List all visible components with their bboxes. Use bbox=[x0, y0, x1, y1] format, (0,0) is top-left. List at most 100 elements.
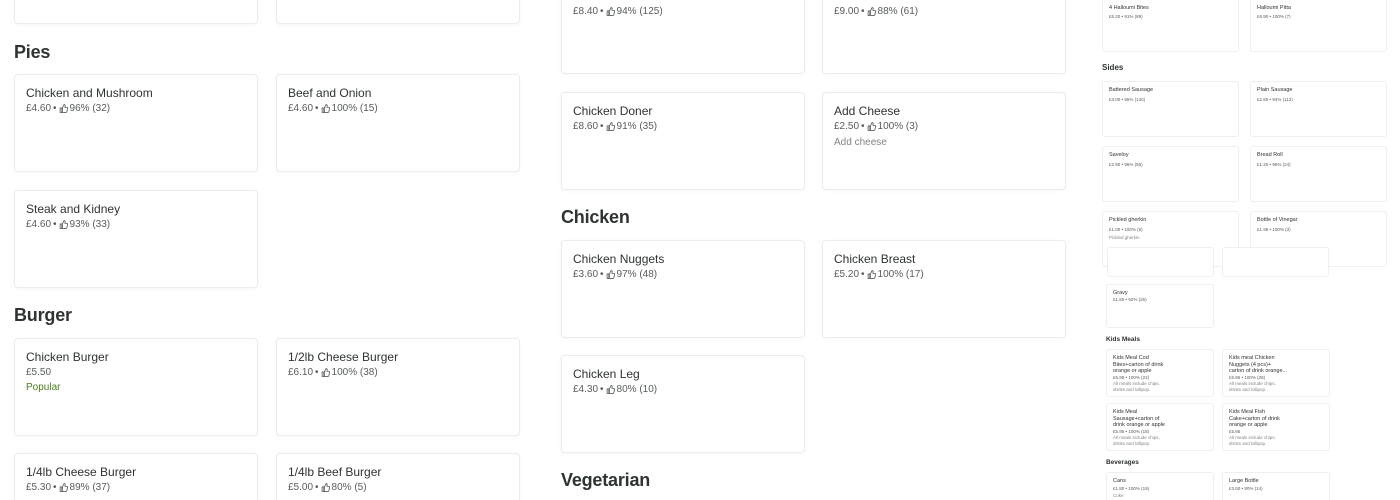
section-title-kids-meals: Kids Meals bbox=[1106, 336, 1140, 343]
item-name: Steak and Kidney bbox=[26, 202, 121, 216]
mini-item-saveloy[interactable]: Saveloy £2.90 • 96% (56) bbox=[1102, 146, 1239, 202]
mini-item-battered-sausage[interactable]: Battered Sausage £3.00 • 95% (140) bbox=[1102, 81, 1239, 137]
mini-item-halloumi-pitta[interactable]: Halloumi Pitta £6.90 • 100% (7) bbox=[1250, 0, 1387, 52]
item-meta: £3.60 • 80% (14) bbox=[1229, 486, 1263, 491]
thumbs-up-icon bbox=[59, 483, 68, 492]
section-title-chicken: Chicken bbox=[561, 207, 630, 227]
item-meta: £4.60 • 100% (15) bbox=[288, 103, 378, 114]
item-name: Add Cheese bbox=[834, 104, 901, 118]
menu-item-add-cheese[interactable]: Add Cheese £2.50 • 100% (3) Add cheese bbox=[822, 92, 1066, 190]
item-price: £8.40 bbox=[573, 6, 599, 17]
item-meta: £5.95 bbox=[1229, 429, 1241, 434]
item-name: 4 Halloumi Bites bbox=[1109, 5, 1149, 11]
menu-item-card[interactable] bbox=[276, 0, 520, 24]
item-meta: £5.00 • 80% (5) bbox=[288, 482, 367, 493]
item-meta: £1.80 • 92% (26) bbox=[1113, 297, 1147, 302]
item-meta: £2.90 • 96% (56) bbox=[1109, 162, 1143, 167]
item-price: £5.30 bbox=[26, 482, 52, 493]
section-title-sides: Sides bbox=[1102, 63, 1124, 72]
item-meta: £5.95 • 100% (22) bbox=[1113, 375, 1150, 380]
menu-item-chicken-doner[interactable]: Chicken Doner £8.60 • 91% (35) bbox=[561, 92, 805, 190]
mini-item-card[interactable] bbox=[1222, 247, 1329, 277]
item-meta: £1.95 • 100% (3) bbox=[1257, 227, 1291, 232]
item-name: Chicken Doner bbox=[573, 104, 653, 118]
item-name: Bread Roll bbox=[1257, 152, 1283, 158]
menu-item-quarter-lb-beef-burger[interactable]: 1/4lb Beef Burger £5.00 • 80% (5) bbox=[276, 453, 520, 500]
item-meta: £3.00 • 95% (140) bbox=[1109, 97, 1146, 102]
section-title-beverages: Beverages bbox=[1106, 459, 1139, 466]
menu-item-card[interactable]: £9.00 • 88% (61) bbox=[822, 0, 1066, 74]
item-meta: £9.00 • 88% (61) bbox=[834, 6, 919, 17]
thumbs-up-icon bbox=[867, 122, 876, 131]
menu-item-card[interactable] bbox=[14, 0, 258, 24]
item-name: Bottle of Vinegar bbox=[1257, 217, 1298, 223]
menu-item-chicken-and-mushroom[interactable]: Chicken and Mushroom £4.60 • 96% (32) bbox=[14, 74, 258, 172]
item-rating: 100% (17) bbox=[877, 269, 924, 280]
thumbs-up-icon bbox=[606, 385, 615, 394]
item-description: All meals include chips, drinks and loll… bbox=[1229, 381, 1276, 392]
item-name: Saveloy bbox=[1109, 152, 1129, 158]
item-meta: £8.40 • 94% (125) bbox=[573, 6, 663, 17]
thumbs-up-icon bbox=[321, 104, 330, 113]
mini-item-card[interactable] bbox=[1107, 247, 1214, 277]
item-name: Kids Meal Sausage+carton of drink orange… bbox=[1113, 409, 1165, 428]
item-description: Coke bbox=[1113, 493, 1124, 498]
mini-item-halloumi-bites[interactable]: 4 Halloumi Bites £5.20 • 91% (89) bbox=[1102, 0, 1239, 52]
item-rating: 94% (125) bbox=[616, 6, 663, 17]
item-name: Chicken Breast bbox=[834, 252, 916, 266]
item-rating: 88% (61) bbox=[877, 6, 919, 17]
item-rating: 100% (15) bbox=[331, 103, 378, 114]
thumbs-up-icon bbox=[867, 270, 876, 279]
mini-item-gravy[interactable]: Gravy £1.80 • 92% (26) bbox=[1106, 284, 1214, 328]
item-meta: £1.20 • 95% (24) bbox=[1257, 162, 1291, 167]
menu-item-beef-and-onion[interactable]: Beef and Onion £4.60 • 100% (15) bbox=[276, 74, 520, 172]
section-title-vegetarian: Vegetarian bbox=[561, 470, 651, 490]
item-meta: £5.20 • 100% (17) bbox=[834, 269, 924, 280]
item-price: £9.00 bbox=[834, 6, 860, 17]
mini-item-large-bottle[interactable]: Large Bottle £3.60 • 80% (14) bbox=[1222, 472, 1330, 500]
item-meta: £5.95 • 100% (28) bbox=[1229, 375, 1266, 380]
mini-item-plain-sausage[interactable]: Plain Sausage £2.80 • 94% (112) bbox=[1250, 81, 1387, 137]
item-meta: £5.30 • 89% (37) bbox=[26, 482, 111, 493]
mini-item-kids-meal-cod[interactable]: Kids Meal Cod Bites+carton of drink oran… bbox=[1106, 349, 1214, 397]
menu-item-chicken-breast[interactable]: Chicken Breast £5.20 • 100% (17) bbox=[822, 240, 1066, 338]
menu-item-chicken-burger[interactable]: Chicken Burger £5.50 Popular bbox=[14, 338, 258, 436]
item-name: 1/4lb Beef Burger bbox=[288, 465, 382, 479]
item-rating: 91% (35) bbox=[616, 121, 658, 132]
mini-item-cans[interactable]: Cans £1.80 • 100% (19) Coke bbox=[1106, 472, 1214, 500]
item-rating: 80% (5) bbox=[331, 482, 367, 493]
section-title-burger: Burger bbox=[14, 305, 72, 325]
mini-item-bread-roll[interactable]: Bread Roll £1.20 • 95% (24) bbox=[1250, 146, 1387, 202]
thumbs-up-icon bbox=[606, 122, 615, 131]
item-description: All meals include chips, drinks and loll… bbox=[1229, 435, 1276, 446]
item-meta: £6.10 • 100% (38) bbox=[288, 367, 378, 378]
item-rating: 89% (37) bbox=[69, 482, 111, 493]
menu-item-steak-and-kidney[interactable]: Steak and Kidney £4.60 • 93% (33) bbox=[14, 190, 258, 288]
item-rating: 96% (32) bbox=[69, 103, 111, 114]
mini-item-kids-meal-chicken-nuggets[interactable]: Kids meal Chicken Nuggets (4 pcs)+ carto… bbox=[1222, 349, 1330, 397]
mini-item-kids-meal-sausage[interactable]: Kids Meal Sausage+carton of drink orange… bbox=[1106, 403, 1214, 451]
item-price: £5.50 bbox=[26, 367, 51, 378]
menu-item-card[interactable]: £8.40 • 94% (125) bbox=[561, 0, 805, 74]
item-name: Chicken Leg bbox=[573, 367, 640, 381]
menu-item-half-lb-cheese-burger[interactable]: 1/2lb Cheese Burger £6.10 • 100% (38) bbox=[276, 338, 520, 436]
item-name: Kids Meal Fish Cake+carton of drink oran… bbox=[1229, 409, 1280, 428]
menu-item-chicken-nuggets[interactable]: Chicken Nuggets £3.60 • 97% (48) bbox=[561, 240, 805, 338]
section-title-pies: Pies bbox=[14, 42, 51, 62]
item-name: Large Bottle bbox=[1229, 478, 1259, 484]
thumbs-up-icon bbox=[59, 220, 68, 229]
item-rating: 80% (10) bbox=[616, 384, 658, 395]
item-meta: £2.80 • 94% (112) bbox=[1257, 97, 1293, 102]
item-description: All meals include chips, drinks and loll… bbox=[1113, 381, 1160, 392]
item-name: Halloumi Pitta bbox=[1257, 5, 1291, 11]
mini-item-kids-meal-fish-cake[interactable]: Kids Meal Fish Cake+carton of drink oran… bbox=[1222, 403, 1330, 451]
item-meta: £1.00 • 100% (5) bbox=[1109, 227, 1143, 232]
item-price: £8.60 bbox=[573, 121, 599, 132]
menu-item-quarter-lb-cheese-burger[interactable]: 1/4lb Cheese Burger £5.30 • 89% (37) bbox=[14, 453, 258, 500]
item-price: £4.60 bbox=[288, 103, 314, 114]
menu-item-chicken-leg[interactable]: Chicken Leg £4.30 • 80% (10) bbox=[561, 355, 805, 453]
item-name: Gravy bbox=[1113, 290, 1128, 296]
item-name: Chicken and Mushroom bbox=[26, 86, 153, 100]
item-price-value: £5.50 bbox=[26, 367, 52, 378]
thumbs-up-icon bbox=[867, 7, 876, 16]
